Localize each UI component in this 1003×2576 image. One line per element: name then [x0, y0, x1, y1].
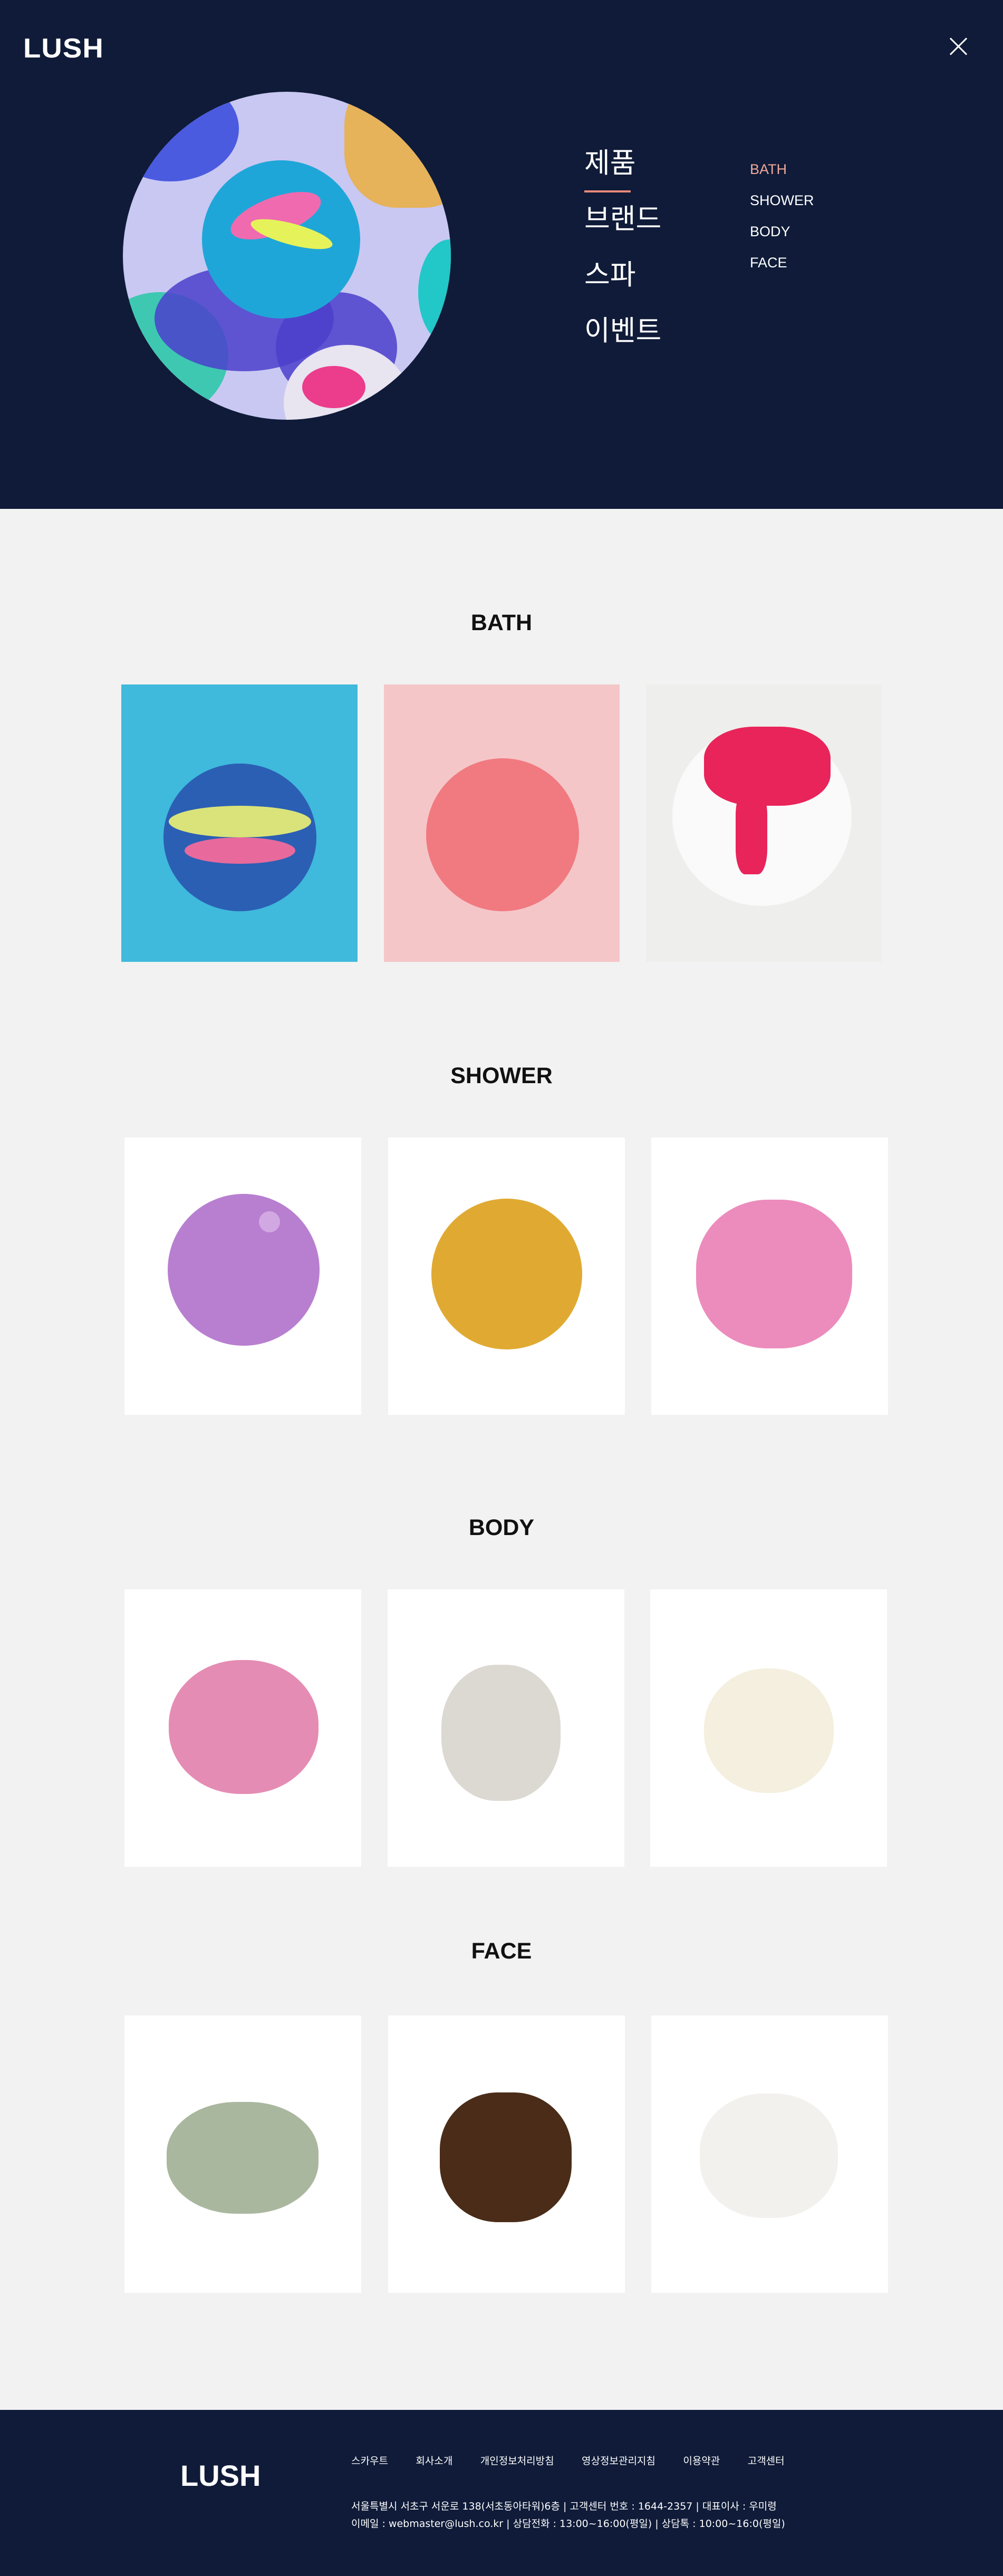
section-title-body: BODY: [468, 1515, 535, 1540]
main-menu-spa[interactable]: 스파: [584, 261, 661, 289]
footer-link-scout[interactable]: 스카우트: [351, 2455, 388, 2467]
product-card-body-1[interactable]: [124, 1589, 361, 1867]
footer-info-line1: 서울특별시 서초구 서운로 138(서초동아타워)6층 | 고객센터 번호 : …: [351, 2501, 777, 2512]
product-card-shower-2[interactable]: [388, 1137, 625, 1415]
product-card-face-2[interactable]: [388, 2015, 625, 2293]
product-card-bath-1[interactable]: [121, 684, 358, 962]
main-menu-event[interactable]: 이벤트: [584, 317, 661, 345]
footer: LUSH 스카우트 회사소개 개인정보처리방침 영상정보관리지침 이용약관 고객…: [0, 2410, 1003, 2576]
main-menu: 제품 브랜드 스파 이벤트: [584, 149, 661, 373]
product-card-body-2[interactable]: [388, 1589, 624, 1867]
close-icon[interactable]: [947, 35, 970, 58]
footer-info-line2: 이메일 : webmaster@lush.co.kr | 상담전화 : 13:0…: [351, 2518, 785, 2530]
product-card-shower-1[interactable]: [124, 1137, 361, 1415]
footer-info: 서울특별시 서초구 서운로 138(서초동아타워)6층 | 고객센터 번호 : …: [351, 2498, 785, 2533]
sub-menu-face[interactable]: FACE: [750, 256, 814, 270]
logo[interactable]: LUSH: [23, 33, 104, 64]
main-menu-products[interactable]: 제품: [584, 149, 661, 192]
section-title-bath: BATH: [470, 610, 533, 635]
footer-link-support[interactable]: 고객센터: [748, 2455, 785, 2467]
footer-link-video-policy[interactable]: 영상정보관리지침: [582, 2455, 655, 2467]
sub-menu: BATH SHOWER BODY FACE: [750, 162, 814, 287]
product-card-face-1[interactable]: [124, 2015, 361, 2293]
sub-menu-shower[interactable]: SHOWER: [750, 194, 814, 208]
footer-link-terms[interactable]: 이용약관: [683, 2455, 720, 2467]
product-card-shower-3[interactable]: [651, 1137, 888, 1415]
footer-link-privacy[interactable]: 개인정보처리방침: [480, 2455, 554, 2467]
section-title-shower: SHOWER: [450, 1063, 553, 1088]
product-card-bath-2[interactable]: [384, 684, 620, 962]
footer-logo[interactable]: LUSH: [180, 2458, 261, 2493]
header: LUSH 제품 브랜드 스파 이벤트 BATH SHOWER BODY FACE: [0, 0, 1003, 509]
sub-menu-bath[interactable]: BATH: [750, 162, 814, 177]
product-card-body-3[interactable]: [650, 1589, 887, 1867]
product-card-bath-3[interactable]: [646, 684, 882, 962]
hero-image: [123, 92, 451, 420]
main-menu-brand[interactable]: 브랜드: [584, 205, 661, 233]
footer-links: 스카우트 회사소개 개인정보처리방침 영상정보관리지침 이용약관 고객센터: [351, 2453, 810, 2467]
section-title-face: FACE: [471, 1938, 532, 1964]
footer-link-company[interactable]: 회사소개: [416, 2455, 452, 2467]
sub-menu-body[interactable]: BODY: [750, 225, 814, 239]
product-card-face-3[interactable]: [651, 2015, 888, 2293]
